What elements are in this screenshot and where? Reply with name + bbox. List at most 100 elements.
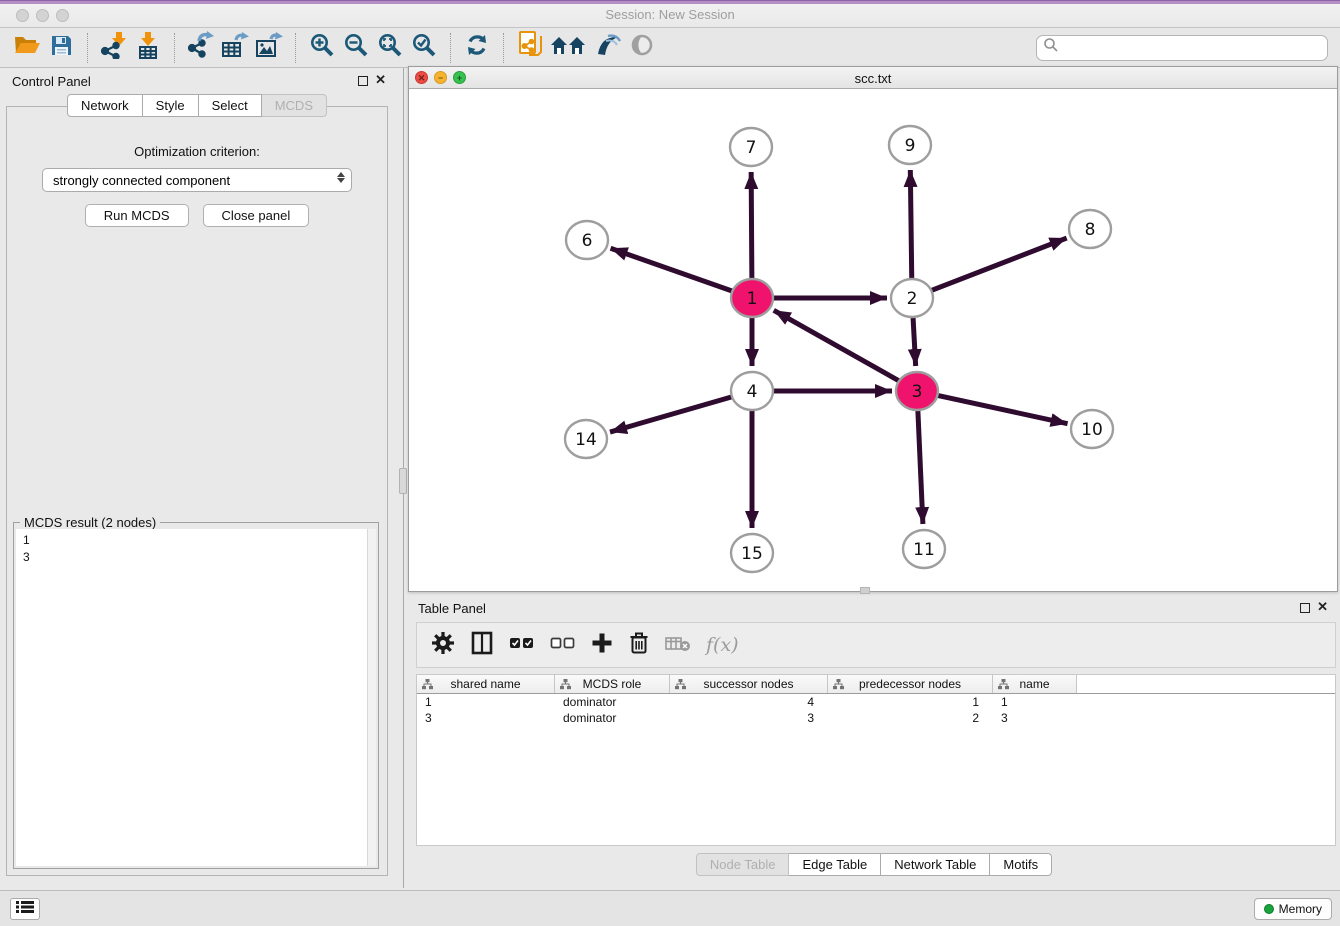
result-line: 1 — [16, 529, 376, 549]
search-input[interactable] — [1059, 38, 1321, 58]
network-window-titlebar[interactable]: ✕ − + scc.txt — [409, 67, 1337, 89]
table-cell[interactable]: 1 — [417, 694, 555, 710]
memory-button[interactable]: Memory — [1254, 898, 1332, 920]
save-session-button[interactable] — [44, 32, 78, 64]
style-button[interactable] — [591, 32, 625, 64]
network-canvas[interactable]: 7968124314101511 — [410, 89, 1336, 590]
result-scrollbar[interactable] — [367, 529, 376, 866]
export-network-icon — [187, 31, 215, 64]
export-image-icon — [254, 31, 284, 64]
edge-1-7[interactable] — [751, 172, 752, 281]
network-graph: 7968124314101511 — [410, 89, 1336, 590]
column-header-MCDS-role[interactable]: MCDS role — [555, 675, 670, 693]
table-cell[interactable]: 3 — [993, 710, 1077, 726]
import-network-button[interactable] — [97, 32, 131, 64]
edge-1-6[interactable] — [611, 248, 736, 292]
edge-4-14[interactable] — [610, 396, 736, 432]
column-header-name[interactable]: name — [993, 675, 1077, 693]
table-cell[interactable]: dominator — [555, 710, 670, 726]
table-cell[interactable]: 1 — [828, 694, 993, 710]
search-field[interactable] — [1036, 35, 1328, 61]
zoom-selected-button[interactable] — [407, 32, 441, 64]
edge-2-8[interactable] — [928, 238, 1067, 292]
memory-label: Memory — [1279, 902, 1322, 916]
refresh-button[interactable] — [460, 32, 494, 64]
zoom-in-button[interactable] — [305, 32, 339, 64]
table-cell[interactable]: 4 — [670, 694, 828, 710]
node-label-4: 4 — [747, 382, 758, 402]
mcds-result-list[interactable]: 13 — [16, 529, 376, 866]
table-cell[interactable]: 1 — [993, 694, 1077, 710]
clone-network-button[interactable] — [513, 32, 547, 64]
table-settings-button[interactable] — [431, 631, 455, 660]
unselect-all-columns-button[interactable] — [550, 635, 576, 656]
zoom-fit-icon — [377, 32, 403, 63]
float-panel-icon[interactable] — [358, 76, 368, 86]
export-table-button[interactable] — [218, 32, 252, 64]
column-header-successor-nodes[interactable]: successor nodes — [670, 675, 828, 693]
dropdown-value: strongly connected component — [53, 173, 230, 188]
eye-icon — [629, 33, 655, 62]
optimization-criterion-dropdown[interactable]: strongly connected component — [42, 168, 352, 192]
panel-divider-handle[interactable] — [399, 468, 407, 494]
show-hide-button[interactable] — [625, 32, 659, 64]
memory-status-icon — [1264, 904, 1274, 914]
tab-network[interactable]: Network — [67, 94, 143, 117]
node-label-14: 14 — [575, 430, 597, 450]
table-row[interactable]: 3dominator323 — [417, 710, 1335, 726]
table-row[interactable]: 1dominator411 — [417, 694, 1335, 710]
table-header-row: shared name MCDS role successor nodes prede… — [417, 675, 1335, 694]
table-cell[interactable]: 2 — [828, 710, 993, 726]
show-columns-button[interactable] — [470, 631, 494, 660]
tab-motifs[interactable]: Motifs — [990, 853, 1052, 876]
zoom-out-button[interactable] — [339, 32, 373, 64]
edge-3-11[interactable] — [918, 408, 923, 524]
close-panel-icon[interactable]: ✕ — [1317, 602, 1328, 612]
open-session-button[interactable] — [10, 32, 44, 64]
float-panel-icon[interactable] — [1300, 603, 1310, 613]
select-all-columns-button[interactable] — [509, 635, 535, 656]
import-table-button[interactable] — [131, 32, 165, 64]
table-cell[interactable]: 3 — [417, 710, 555, 726]
export-image-button[interactable] — [252, 32, 286, 64]
tab-network-table[interactable]: Network Table — [881, 853, 990, 876]
window-title: Session: New Session — [0, 7, 1340, 22]
column-header-predecessor-nodes[interactable]: predecessor nodes — [828, 675, 993, 693]
column-header-label: predecessor nodes — [859, 677, 961, 691]
first-neighbors-button[interactable] — [547, 32, 591, 64]
window-top-edge — [0, 0, 1340, 4]
delete-column-button[interactable] — [628, 631, 650, 660]
optimization-criterion-label: Optimization criterion: — [7, 144, 387, 159]
edge-2-3[interactable] — [913, 315, 916, 366]
node-label-10: 10 — [1081, 420, 1103, 440]
table-cell[interactable]: dominator — [555, 694, 670, 710]
result-line: 3 — [16, 549, 376, 566]
node-label-8: 8 — [1085, 220, 1096, 240]
table-panel: Table Panel ✕ f(x) shared nameMCDS roles… — [408, 596, 1340, 890]
node-table[interactable]: shared name MCDS role successor nodes prede… — [416, 674, 1336, 846]
tab-edge-table[interactable]: Edge Table — [789, 853, 881, 876]
run-mcds-button[interactable]: Run MCDS — [85, 204, 189, 227]
column-header-label: MCDS role — [583, 677, 642, 691]
split-pane-grip[interactable] — [860, 587, 870, 594]
node-label-3: 3 — [912, 382, 923, 402]
close-panel-button[interactable]: Close panel — [203, 204, 310, 227]
edge-2-9[interactable] — [910, 170, 911, 281]
close-panel-icon[interactable]: ✕ — [375, 75, 386, 85]
node-label-15: 15 — [741, 544, 763, 564]
export-network-button[interactable] — [184, 32, 218, 64]
task-list-icon — [16, 900, 34, 919]
task-history-button[interactable] — [10, 898, 40, 920]
tab-mcds[interactable]: MCDS — [262, 94, 327, 117]
tab-node-table[interactable]: Node Table — [696, 853, 790, 876]
edge-3-10[interactable] — [934, 395, 1068, 424]
tab-select[interactable]: Select — [199, 94, 262, 117]
table-cell[interactable]: 3 — [670, 710, 828, 726]
network-view-window: ✕ − + scc.txt 7968124314101511 — [408, 66, 1338, 592]
column-header-shared-name[interactable]: shared name — [417, 675, 555, 693]
create-column-button[interactable] — [591, 632, 613, 659]
edge-3-1[interactable] — [774, 310, 902, 382]
tab-style[interactable]: Style — [143, 94, 199, 117]
zoom-fit-button[interactable] — [373, 32, 407, 64]
network-window-title: scc.txt — [409, 71, 1337, 86]
